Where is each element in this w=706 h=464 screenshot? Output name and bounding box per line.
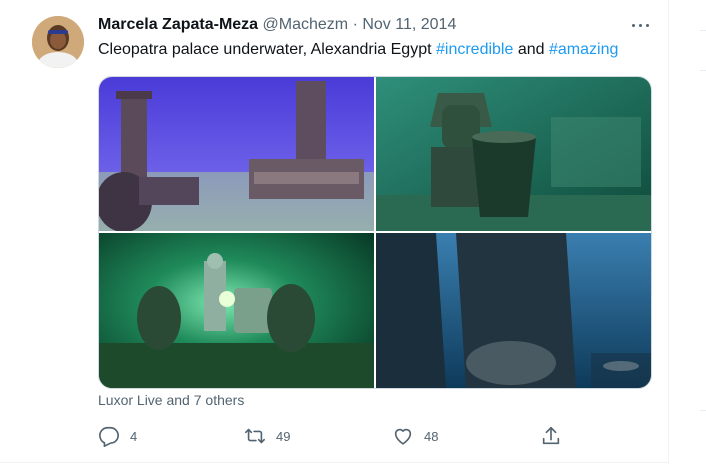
action-bar: 4 49 48 xyxy=(98,424,568,448)
sidebar-edge xyxy=(700,0,706,464)
hashtag-incredible[interactable]: #incredible xyxy=(436,41,513,58)
tweet-bottom-border xyxy=(0,462,668,463)
tweet-date[interactable]: Nov 11, 2014 xyxy=(362,16,456,33)
tweet-text: Cleopatra palace underwater, Alexandria … xyxy=(98,40,618,60)
tweet-text-conjunction: and xyxy=(513,41,549,58)
column-divider xyxy=(668,0,669,464)
reply-icon xyxy=(98,425,130,447)
photo-3[interactable] xyxy=(99,233,374,388)
separator-dot: · xyxy=(352,16,358,33)
more-options-button[interactable] xyxy=(630,17,652,33)
author-name[interactable]: Marcela Zapata-Meza xyxy=(98,16,258,33)
media-grid xyxy=(98,76,652,389)
tweet-text-body: Cleopatra palace underwater, Alexandria … xyxy=(98,41,436,58)
heart-icon xyxy=(392,425,424,447)
retweet-count: 49 xyxy=(276,428,291,444)
share-button[interactable] xyxy=(540,424,572,448)
retweet-icon xyxy=(244,425,276,447)
like-count: 48 xyxy=(424,428,439,444)
photo-1[interactable] xyxy=(99,77,374,231)
tweet-card[interactable]: Marcela Zapata-Meza @Machezm · Nov 11, 2… xyxy=(0,0,668,464)
hashtag-amazing[interactable]: #amazing xyxy=(549,41,618,58)
photo-4[interactable] xyxy=(376,233,651,388)
author-handle[interactable]: @Machezm xyxy=(263,16,349,33)
reply-button[interactable]: 4 xyxy=(98,424,137,448)
reply-count: 4 xyxy=(130,428,138,444)
tweet-header: Marcela Zapata-Meza @Machezm · Nov 11, 2… xyxy=(98,15,456,35)
liked-by-summary[interactable]: Luxor Live and 7 others xyxy=(98,392,244,408)
like-button[interactable]: 48 xyxy=(392,424,438,448)
avatar[interactable] xyxy=(32,16,84,68)
share-icon xyxy=(540,425,572,447)
photo-2[interactable] xyxy=(376,77,651,231)
retweet-button[interactable]: 49 xyxy=(244,424,290,448)
